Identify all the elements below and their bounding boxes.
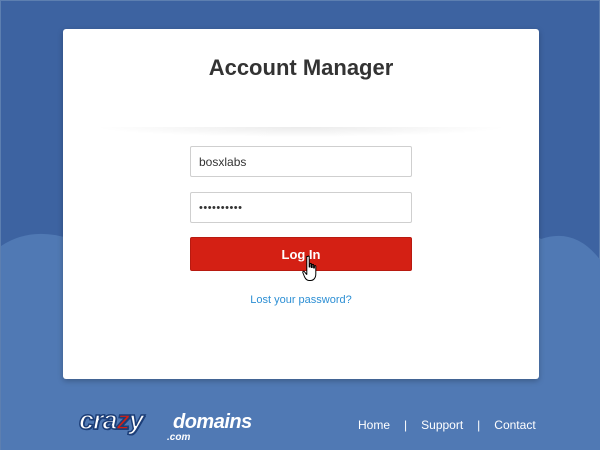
page-title: Account Manager — [208, 55, 394, 80]
footer-separator: | — [404, 418, 408, 432]
lost-password-link[interactable]: Lost your password? — [63, 294, 539, 306]
logo-com-text: .com — [167, 432, 191, 443]
footer-nav: Home | Support | Contact — [358, 418, 536, 432]
footer-separator: | — [477, 418, 481, 432]
hand-pointer-icon — [302, 255, 317, 281]
footer-link-contact[interactable]: Contact — [494, 418, 535, 432]
username-input[interactable] — [190, 146, 412, 177]
login-card: Account Manager Log In Lost your passwor… — [63, 29, 539, 379]
password-input[interactable] — [190, 192, 412, 223]
logo-domains-text: domains — [173, 411, 252, 433]
footer-link-home[interactable]: Home — [358, 418, 390, 432]
crazydomains-logo[interactable]: crazy domains .com — [78, 404, 255, 443]
footer-link-support[interactable]: Support — [421, 418, 463, 432]
logo-crazy-text: crazy — [78, 404, 145, 436]
title-divider-shadow — [93, 127, 509, 137]
